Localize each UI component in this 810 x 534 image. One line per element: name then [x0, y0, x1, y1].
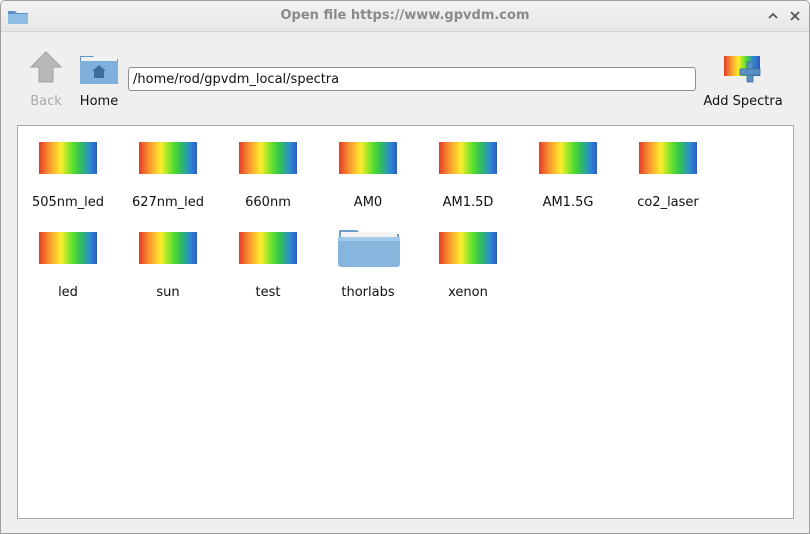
file-list[interactable]: 505nm_led 627nm_led 660nm AM0 AM1.5D AM1.5G co…: [17, 125, 794, 519]
title-bar[interactable]: Open file https://www.gpvdm.com: [1, 1, 809, 32]
spectrum-file-icon: [139, 142, 197, 174]
file-name: 505nm_led: [31, 195, 105, 210]
home-button[interactable]: Home: [75, 50, 123, 112]
home-label: Home: [79, 94, 119, 109]
spectrum-file-icon: [439, 232, 497, 264]
spectrum-file-icon: [239, 142, 297, 174]
add-spectra-icon: [724, 56, 761, 83]
close-icon[interactable]: [788, 9, 802, 23]
file-item[interactable]: 627nm_led: [118, 126, 218, 210]
file-item[interactable]: thorlabs: [318, 216, 418, 300]
file-item[interactable]: AM1.5G: [518, 126, 618, 210]
window-title: Open file https://www.gpvdm.com: [280, 8, 530, 23]
file-name: AM1.5D: [442, 195, 494, 210]
file-name: co2_laser: [637, 195, 699, 210]
spectrum-file-icon: [539, 142, 597, 174]
file-item[interactable]: co2_laser: [618, 126, 718, 210]
file-name: test: [255, 285, 281, 300]
file-name: sun: [156, 285, 180, 300]
spectrum-file-icon: [439, 142, 497, 174]
file-name: 627nm_led: [131, 195, 205, 210]
file-item[interactable]: led: [18, 216, 118, 300]
file-name: AM1.5G: [542, 195, 594, 210]
file-dialog-window: Open file https://www.gpvdm.com Back Hom…: [0, 0, 810, 534]
spectrum-file-icon: [39, 232, 97, 264]
file-name: led: [58, 285, 78, 300]
file-item[interactable]: xenon: [418, 216, 518, 300]
arrow-up-icon: [29, 51, 63, 83]
file-name: thorlabs: [341, 285, 395, 300]
path-input[interactable]: [128, 67, 696, 91]
back-label: Back: [30, 94, 62, 109]
minimize-icon[interactable]: [766, 9, 780, 23]
spectrum-file-icon: [139, 232, 197, 264]
file-item[interactable]: sun: [118, 216, 218, 300]
spectrum-file-icon: [39, 142, 97, 174]
spectrum-file-icon: [639, 142, 697, 174]
file-item[interactable]: 505nm_led: [18, 126, 118, 210]
file-name: xenon: [448, 285, 488, 300]
file-name: AM0: [353, 195, 383, 210]
file-item[interactable]: 660nm: [218, 126, 318, 210]
back-button[interactable]: Back: [23, 50, 69, 112]
file-item[interactable]: test: [218, 216, 318, 300]
folder-icon: [338, 230, 400, 267]
spectrum-file-icon: [339, 142, 397, 174]
toolbar: Back Home /home/rod/gpvdm_local/spectra …: [1, 32, 809, 120]
file-item[interactable]: AM1.5D: [418, 126, 518, 210]
file-name: 660nm: [245, 195, 291, 210]
home-folder-icon: [80, 56, 118, 84]
add-spectra-button[interactable]: Add Spectra: [701, 50, 785, 112]
add-spectra-label: Add Spectra: [703, 94, 783, 109]
file-item[interactable]: AM0: [318, 126, 418, 210]
spectrum-file-icon: [239, 232, 297, 264]
